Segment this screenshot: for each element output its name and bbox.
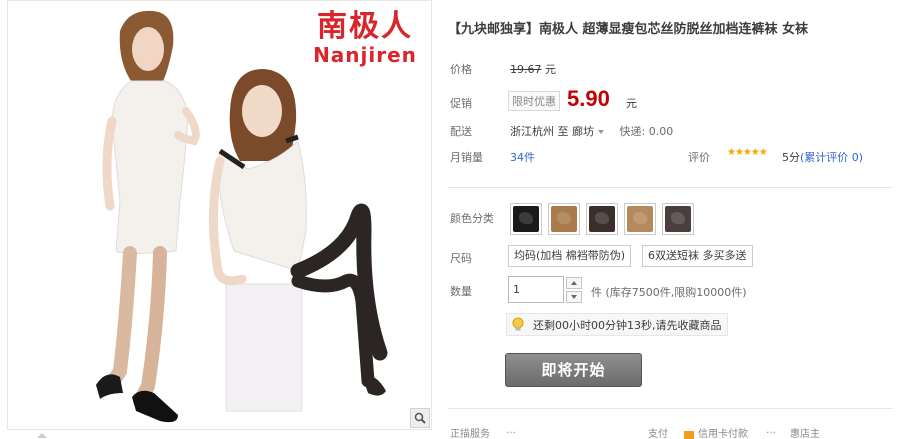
stock-info: 件 (库存7500件,限购10000件): [591, 286, 747, 299]
promo-price-unit: 元: [626, 97, 637, 110]
model-standing: [96, 10, 200, 423]
size-option-one-size[interactable]: 均码(加档 棉裆带防伪): [508, 245, 632, 267]
color-swatch-skin[interactable]: [624, 203, 656, 235]
swatch-image: [513, 206, 539, 232]
divider: [448, 187, 893, 188]
size-label: 尺码: [450, 252, 472, 265]
brand-name-en: Nanjiren: [313, 43, 417, 67]
promo-tag: 限时优惠: [508, 91, 560, 111]
color-swatch-coffee[interactable]: [548, 203, 580, 235]
product-image-panel[interactable]: 南极人 Nanjiren: [7, 0, 432, 430]
color-swatch-black[interactable]: [510, 203, 542, 235]
original-price: 19.67 元: [510, 61, 556, 77]
shipping-label: 配送: [450, 125, 472, 138]
lightbulb-icon: [507, 314, 529, 335]
bottom-strip-item: …: [766, 428, 776, 436]
monthly-sales-count: 34件: [510, 151, 535, 164]
countdown-notice: 还剩00小时00分钟13秒,请先收藏商品: [506, 313, 728, 336]
thumbnail-tab-arrow[interactable]: [7, 431, 67, 439]
swatch-image: [665, 206, 691, 232]
swatch-image: [551, 206, 577, 232]
bottom-strip: 正描服务 … 支付 信用卡付款 … 惠店主: [448, 428, 900, 439]
shipping-fee: 快递: 0.00: [619, 125, 674, 138]
arrow-up-icon: [571, 281, 577, 285]
quantity-label: 数量: [450, 285, 472, 298]
credit-card-icon: [684, 431, 694, 439]
bottom-strip-item: …: [506, 428, 516, 436]
monthly-sales-label: 月销量: [450, 151, 483, 164]
shipping-origin: 浙江杭州: [510, 125, 554, 138]
bottom-strip-item: 支付: [648, 429, 668, 439]
brand-name-cn: 南极人: [317, 9, 413, 44]
promo-label: 促销: [450, 97, 472, 110]
shipping-to: 至: [557, 125, 569, 138]
arrow-down-icon: [571, 295, 577, 299]
product-title: 【九块邮独享】南极人 超薄显瘦包芯丝防脱丝加档连裤袜 女袜: [448, 22, 809, 37]
pedestal: [225, 283, 303, 412]
bottom-strip-item: 正描服务: [450, 429, 490, 439]
color-swatch-list: [510, 203, 694, 235]
brand-logo: 南极人 Nanjiren: [303, 9, 427, 65]
size-option-bundle[interactable]: 6双送短袜 多买多送: [642, 245, 753, 267]
bottom-strip-item: 信用卡付款: [698, 429, 748, 439]
countdown-text: 还剩00小时00分钟13秒,请先收藏商品: [533, 318, 722, 332]
chevron-down-icon[interactable]: [598, 130, 604, 134]
quantity-input[interactable]: [508, 276, 564, 303]
promo-price: 5.90: [567, 86, 610, 111]
zoom-button[interactable]: [410, 408, 430, 428]
swatch-image: [627, 206, 653, 232]
rating-label: 评价: [688, 151, 710, 164]
monthly-sales: 34件: [510, 149, 535, 165]
quantity-increase-button[interactable]: [566, 277, 582, 289]
swatch-image: [589, 206, 615, 232]
price-label: 价格: [450, 63, 472, 76]
color-swatch-dark-brown[interactable]: [586, 203, 618, 235]
original-price-unit: 元: [545, 63, 556, 76]
color-label: 颜色分类: [450, 212, 494, 225]
shipping-info: 浙江杭州 至 廊坊 快递: 0.00: [510, 123, 673, 139]
divider: [448, 408, 893, 409]
rating-summary: 5分(累计评价 0): [782, 149, 863, 165]
rating-score: 5分: [782, 151, 800, 164]
original-price-value: 19.67: [510, 63, 542, 76]
review-count-link[interactable]: (累计评价 0): [800, 151, 863, 164]
product-info-panel: 【九块邮独享】南极人 超薄显瘦包芯丝防脱丝加档连裤袜 女袜 价格 19.67 元…: [448, 0, 900, 439]
bottom-strip-item: 惠店主: [790, 429, 820, 439]
color-swatch-grey-brown[interactable]: [662, 203, 694, 235]
star-icon: ★★★★★: [727, 147, 768, 158]
quantity-decrease-button[interactable]: [566, 291, 582, 303]
magnifier-icon: [414, 412, 426, 424]
coming-soon-button[interactable]: 即将开始: [505, 353, 642, 387]
shipping-destination[interactable]: 廊坊: [572, 125, 594, 138]
